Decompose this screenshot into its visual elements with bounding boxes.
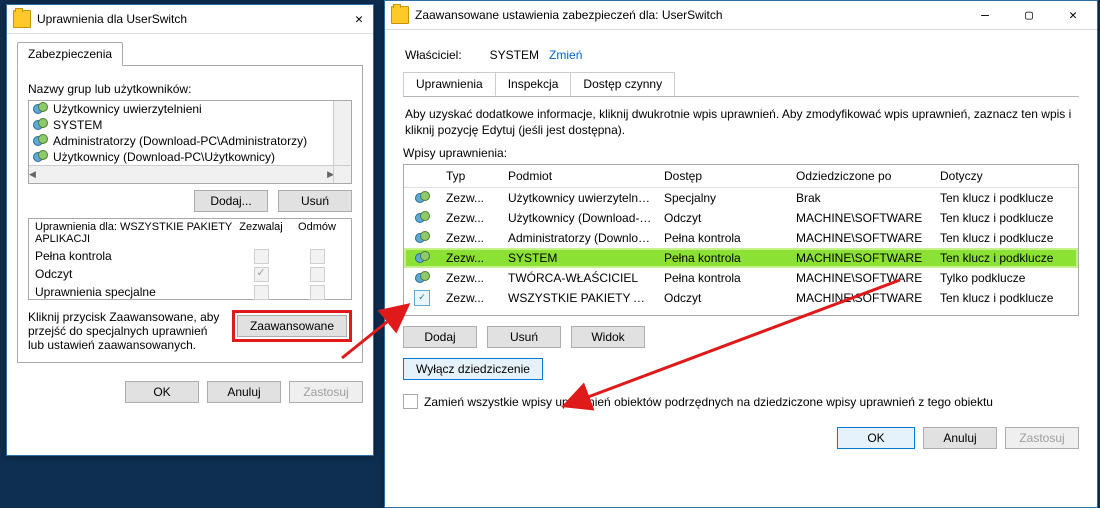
permission-entries-grid[interactable]: Typ Podmiot Dostęp Odziedziczone po Doty… [403, 164, 1079, 316]
tab-effective-access[interactable]: Dostęp czynny [570, 72, 675, 96]
ok-button[interactable]: OK [125, 381, 199, 403]
apply-button[interactable]: Zastosuj [289, 381, 363, 403]
allow-checkbox[interactable] [254, 267, 269, 282]
permission-row: Odczyt [29, 265, 351, 283]
col-type[interactable]: Typ [440, 169, 502, 183]
folder-icon [13, 10, 31, 28]
allow-checkbox[interactable] [254, 285, 269, 300]
entries-label: Wpisy uprawnienia: [403, 146, 1079, 160]
titlebar[interactable]: Uprawnienia dla UserSwitch ✕ [7, 5, 373, 34]
group-icon [414, 251, 430, 265]
table-row[interactable]: Zezw...TWÓRCA-WŁAŚCICIELPełna kontrolaMA… [404, 268, 1078, 288]
list-item[interactable]: Administratorzy (Download-PC\Administrat… [29, 133, 334, 149]
replace-children-label: Zamień wszystkie wpisy uprawnień obiektó… [424, 395, 993, 409]
disable-inheritance-button[interactable]: Wyłącz dziedziczenie [403, 358, 543, 380]
advanced-button[interactable]: Zaawansowane [237, 315, 347, 337]
group-icon [414, 271, 430, 285]
tab-security[interactable]: Zabezpieczenia [17, 42, 123, 66]
col-principal[interactable]: Podmiot [502, 169, 658, 183]
advanced-hint: Kliknij przycisk Zaawansowane, aby przej… [28, 310, 224, 352]
tab-auditing[interactable]: Inspekcja [495, 72, 572, 96]
list-item[interactable]: Użytkownicy uwierzytelnieni [29, 101, 334, 117]
permission-row: Pełna kontrola [29, 247, 351, 265]
remove-button[interactable]: Usuń [278, 190, 352, 212]
close-icon[interactable]: ✕ [1051, 1, 1095, 29]
minimize-icon[interactable]: — [963, 1, 1007, 29]
group-icon [414, 191, 430, 205]
close-icon[interactable]: ✕ [347, 5, 371, 33]
info-text: Aby uzyskać dodatkowe informacje, klikni… [405, 107, 1077, 138]
allow-header: Zezwalaj [233, 221, 289, 245]
deny-checkbox[interactable] [310, 267, 325, 282]
vertical-scrollbar[interactable] [333, 101, 351, 166]
change-owner-link[interactable]: Zmień [549, 48, 582, 62]
cancel-button[interactable]: Anuluj [923, 427, 997, 449]
owner-value: SYSTEM [490, 48, 539, 62]
col-applies[interactable]: Dotyczy [934, 169, 1078, 183]
permissions-dialog: Uprawnienia dla UserSwitch ✕ Zabezpiecze… [6, 4, 374, 456]
allow-checkbox[interactable] [254, 249, 269, 264]
horizontal-scrollbar[interactable]: ◀▶ [29, 165, 334, 183]
col-access[interactable]: Dostęp [658, 169, 790, 183]
list-item[interactable]: Użytkownicy (Download-PC\Użytkownicy) [29, 149, 334, 165]
replace-children-checkbox[interactable] [403, 394, 418, 409]
owner-label: Właściciel: [405, 48, 462, 62]
deny-header: Odmów [289, 221, 345, 245]
deny-checkbox[interactable] [310, 249, 325, 264]
groups-listbox[interactable]: Użytkownicy uwierzytelnieniSYSTEMAdminis… [28, 100, 352, 184]
groups-label: Nazwy grup lub użytkowników: [28, 82, 352, 96]
table-row[interactable]: Zezw...Użytkownicy (Download-PC\...Odczy… [404, 208, 1078, 228]
apply-button[interactable]: Zastosuj [1005, 427, 1079, 449]
group-icon [33, 134, 49, 148]
table-row[interactable]: Zezw...WSZYSTKIE PAKIETY APLIKACJIOdczyt… [404, 288, 1078, 308]
folder-icon [391, 6, 409, 24]
remove-entry-button[interactable]: Usuń [487, 326, 561, 348]
tab-permissions[interactable]: Uprawnienia [403, 72, 496, 96]
group-icon [33, 150, 49, 164]
group-icon [414, 231, 430, 245]
permissions-table: Uprawnienia dla: WSZYSTKIE PAKIETY APLIK… [28, 218, 352, 300]
group-icon [33, 102, 49, 116]
group-icon [33, 118, 49, 132]
table-row[interactable]: Zezw...SYSTEMPełna kontrolaMACHINE\SOFTW… [404, 248, 1078, 268]
cancel-button[interactable]: Anuluj [207, 381, 281, 403]
add-button[interactable]: Dodaj... [194, 190, 268, 212]
window-title: Zaawansowane ustawienia zabezpieczeń dla… [415, 8, 963, 22]
permission-row: Uprawnienia specjalne [29, 283, 351, 301]
group-icon [414, 211, 430, 225]
list-item[interactable]: SYSTEM [29, 117, 334, 133]
advanced-security-dialog: Zaawansowane ustawienia zabezpieczeń dla… [384, 0, 1098, 508]
table-row[interactable]: Zezw...Administratorzy (Download-P...Peł… [404, 228, 1078, 248]
ok-button[interactable]: OK [837, 427, 915, 449]
perm-header: Uprawnienia dla: WSZYSTKIE PAKIETY APLIK… [35, 221, 233, 245]
table-row[interactable]: Zezw...Użytkownicy uwierzytelnieniSpecja… [404, 188, 1078, 208]
maximize-icon[interactable]: ▢ [1007, 1, 1051, 29]
package-icon [414, 290, 430, 306]
tab-strip: Uprawnienia Inspekcja Dostęp czynny [403, 72, 1079, 97]
highlight-box: Zaawansowane [232, 310, 352, 342]
window-title: Uprawnienia dla UserSwitch [37, 12, 347, 26]
view-entry-button[interactable]: Widok [571, 326, 645, 348]
titlebar[interactable]: Zaawansowane ustawienia zabezpieczeń dla… [385, 1, 1097, 30]
add-entry-button[interactable]: Dodaj [403, 326, 477, 348]
deny-checkbox[interactable] [310, 285, 325, 300]
col-inherited[interactable]: Odziedziczone po [790, 169, 934, 183]
